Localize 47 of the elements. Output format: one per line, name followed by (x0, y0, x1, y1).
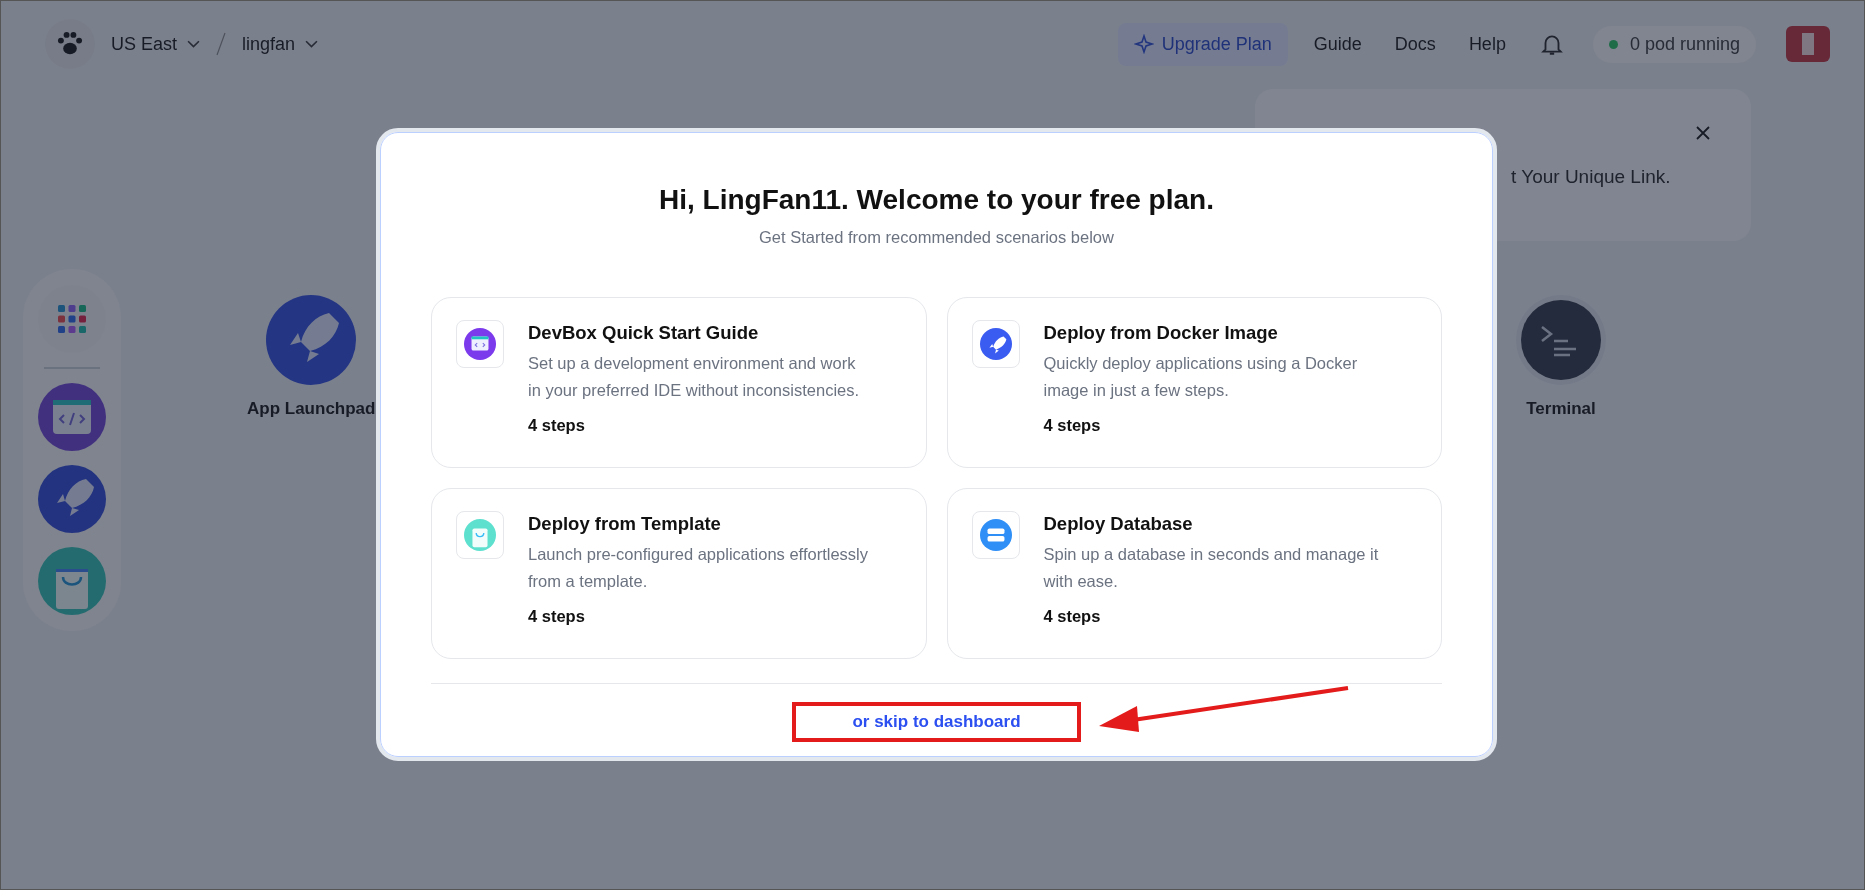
desktop-app[interactable]: App Launchpad (247, 295, 376, 419)
scenario-card[interactable]: DevBox Quick Start Guide Set up a development environment and work in your preferred IDE without inconsistencies. 4 steps (431, 297, 927, 468)
terminal-icon (1516, 295, 1606, 385)
rocket-icon[interactable] (38, 465, 106, 533)
card-title: Deploy from Template (528, 513, 722, 535)
step-count: 4 steps (1043, 416, 1102, 435)
step-count: 4 steps (528, 607, 586, 626)
notification-text: t Your Unique Link. (1511, 166, 1671, 188)
step-count: 4 steps (528, 416, 586, 435)
rocket-icon (979, 328, 1012, 360)
dialog-title: Hi, LingFan11. Welcome to your free plan. (659, 184, 1214, 216)
card-title: Deploy Database (1043, 513, 1194, 535)
sparkle-icon (1133, 34, 1154, 54)
chevron-down-icon (187, 39, 201, 49)
nav-link[interactable]: Docs (1394, 33, 1436, 55)
database-icon (979, 519, 1012, 551)
scenario-card[interactable]: Deploy from Docker Image Quickly deploy applications using a Docker image in just a few steps. 4 steps (946, 297, 1442, 468)
rocket-icon (266, 295, 357, 385)
card-description: Spin up a database in seconds and manage it with ease. (1043, 544, 1380, 592)
slash-separator-icon (216, 31, 227, 57)
card-title: DevBox Quick Start Guide (528, 322, 760, 344)
nav-link[interactable]: Help (1468, 33, 1506, 55)
card-description: Set up a development environment and work in your preferred IDE without inconsistencies. (528, 353, 861, 401)
scenario-card[interactable]: Deploy from Template Launch pre-configured applications effortlessly from a template. 4 steps (431, 488, 927, 659)
close-icon[interactable] (1695, 125, 1711, 141)
nav-link[interactable]: Guide (1313, 33, 1362, 55)
code-window-icon (464, 328, 496, 360)
desktop-app[interactable]: Terminal (1516, 295, 1606, 419)
upgrade-plan-button[interactable]: Upgrade Plan (1117, 22, 1288, 66)
status-dot (1608, 39, 1618, 49)
app-label: App Launchpad (247, 399, 376, 419)
region-dropdown[interactable]: US East (111, 33, 201, 55)
card-title: Deploy from Docker Image (1043, 322, 1279, 344)
shopping-bag-icon (464, 519, 496, 551)
scenario-card[interactable]: Deploy Database Spin up a database in seconds and manage it with ease. 4 steps (946, 488, 1442, 659)
pod-status-text: 0 pod running (1629, 33, 1740, 55)
app-label: Terminal (1526, 399, 1596, 419)
step-count: 4 steps (1043, 607, 1102, 626)
code-window-icon[interactable] (38, 383, 106, 451)
dialog-subtitle: Get Started from recommended scenarios below (759, 228, 1114, 247)
shopping-bag-icon[interactable] (38, 547, 106, 615)
chevron-down-icon (305, 39, 319, 49)
skip-link[interactable]: or skip to dashboard (852, 712, 1021, 731)
card-description: Launch pre-configured applications effortlessly from a template. (528, 544, 868, 592)
workspace-dropdown[interactable]: lingfan (242, 33, 319, 55)
avatar-icon[interactable] (1786, 26, 1830, 62)
card-description: Quickly deploy applications using a Docker image in just a few steps. (1043, 353, 1359, 401)
